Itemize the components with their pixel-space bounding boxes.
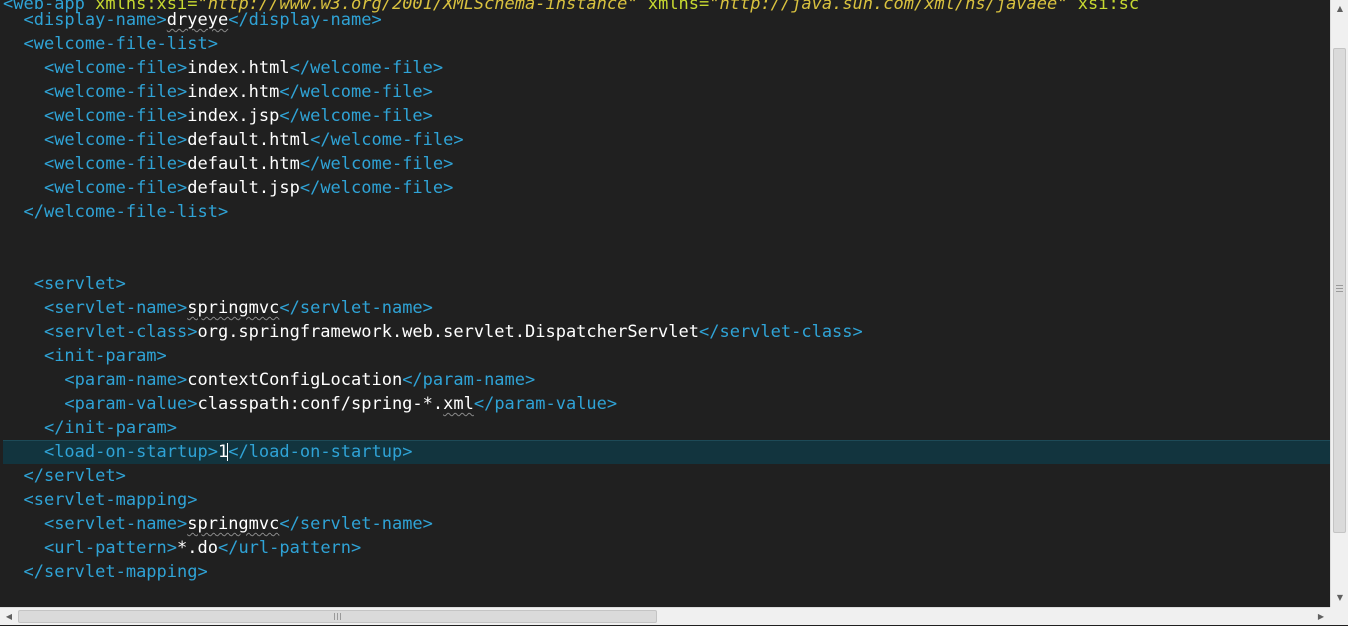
tag-open: <servlet-class> (43, 322, 198, 342)
code-line-servlet-mapping-close[interactable]: </servlet-mapping> (3, 560, 208, 584)
text-content: *.do (177, 538, 218, 558)
tag-close: </welcome-file> (279, 82, 433, 102)
vertical-scrollbar[interactable]: ▲ ▼ (1330, 0, 1348, 607)
text-content: dryeye (166, 10, 229, 30)
tag-close: </welcome-file> (289, 58, 444, 78)
tag-open: <welcome-file> (43, 130, 188, 150)
tag-open: <welcome-file> (43, 58, 188, 78)
tag-close: /load-on-startup> (238, 442, 413, 462)
code-line-servlet-name[interactable]: <servlet-name>springmvc</servlet-name> (3, 296, 433, 320)
tag-close-bracket: < (228, 442, 239, 462)
tag-close: </welcome-file> (310, 130, 464, 150)
code-line-welcome-file[interactable]: <welcome-file>index.jsp</welcome-file> (3, 104, 433, 128)
tag-open: <servlet-mapping> (23, 490, 198, 510)
code-line-init-param-close[interactable]: </init-param> (3, 416, 177, 440)
tag-close: </display-name> (228, 10, 382, 30)
tag-open: <init-param> (43, 346, 167, 366)
text-content: index.jsp (187, 106, 280, 126)
attr-xsi-schema: xsi:sc (1067, 0, 1140, 14)
horizontal-scrollbar[interactable]: ◀ ▶ (0, 607, 1330, 625)
code-line-welcome-file-list-open[interactable]: <welcome-file-list> (3, 32, 218, 56)
code-line-welcome-file[interactable]: <welcome-file>index.html</welcome-file> (3, 56, 443, 80)
code-line-servlet-close[interactable]: </servlet> (3, 464, 126, 488)
code-line-url-pattern[interactable]: <url-pattern>*.do</url-pattern> (3, 536, 361, 560)
tag-open: <servlet-name> (43, 514, 188, 534)
grip-icon (1336, 285, 1343, 293)
vertical-scroll-thumb[interactable] (1333, 48, 1346, 533)
text-content: springmvc (187, 514, 280, 534)
tag-open: <param-name> (64, 370, 188, 390)
tag-close: </welcome-file> (299, 178, 454, 198)
tag-close: </servlet> (23, 466, 126, 486)
text-content: classpath:conf/spring-*. (197, 394, 444, 414)
scrollbar-corner (1330, 607, 1348, 625)
code-line-welcome-file[interactable]: <welcome-file>default.html</welcome-file… (3, 128, 464, 152)
tag-close: </servlet-class> (699, 322, 863, 342)
text-content: springmvc (187, 298, 280, 318)
tag-close: </url-pattern> (217, 538, 362, 558)
code-line-init-param-open[interactable]: <init-param> (3, 344, 167, 368)
code-line-welcome-file-list-close[interactable]: </welcome-file-list> (3, 200, 228, 224)
text-content: default.jsp (187, 178, 300, 198)
scroll-left-arrow-icon[interactable]: ◀ (0, 608, 18, 626)
tag-open: <welcome-file> (43, 106, 188, 126)
tag-close: </welcome-file> (279, 106, 433, 126)
attr-value-xmlns: "http://java.sun.com/xml/ns/javaee" (709, 0, 1068, 14)
tag-close: </param-value> (473, 394, 618, 414)
code-line-load-on-startup[interactable]: <load-on-startup>1</load-on-startup> (3, 440, 413, 464)
text-content: org.springframework.web.servlet.Dispatch… (197, 322, 699, 342)
code-line-servlet-class[interactable]: <servlet-class>org.springframework.web.s… (3, 320, 863, 344)
text-content: default.html (187, 130, 311, 150)
code-line-servlet-mapping-open[interactable]: <servlet-mapping> (3, 488, 197, 512)
code-line-servlet-open[interactable]: <servlet> (3, 272, 126, 296)
tag-open: <load-on-startup> (43, 442, 218, 462)
tag-open: <welcome-file> (43, 154, 188, 174)
tag-close: </servlet-mapping> (23, 562, 208, 582)
tag-open: <display-name> (23, 10, 167, 30)
tag-close: </servlet-name> (279, 298, 433, 318)
horizontal-scroll-thumb[interactable] (18, 610, 657, 623)
text-content: contextConfigLocation (187, 370, 403, 390)
scroll-down-arrow-icon[interactable]: ▼ (1331, 589, 1348, 607)
code-editor[interactable]: <web-app xmlns:xsi="http://www.w3.org/20… (0, 0, 1330, 607)
text-content: default.htm (187, 154, 300, 174)
tag-open: <url-pattern> (43, 538, 178, 558)
tag-open: <welcome-file-list> (23, 34, 218, 54)
scroll-up-arrow-icon[interactable]: ▲ (1331, 0, 1348, 18)
code-line-welcome-file[interactable]: <welcome-file>default.htm</welcome-file> (3, 152, 453, 176)
code-line-display-name[interactable]: <display-name>dryeye</display-name> (3, 8, 382, 32)
text-content: index.html (187, 58, 290, 78)
tag-open: <servlet-name> (43, 298, 188, 318)
tag-close: </init-param> (43, 418, 178, 438)
code-line-welcome-file[interactable]: <welcome-file>index.htm</welcome-file> (3, 80, 433, 104)
text-content-ext: xml (443, 394, 474, 414)
attr-xmlns: xmlns= (637, 0, 710, 14)
grip-icon (334, 613, 342, 620)
tag-open: <servlet> (33, 274, 126, 294)
code-line-param-value[interactable]: <param-value>classpath:conf/spring-*.xml… (3, 392, 617, 416)
code-line-mapping-servlet-name[interactable]: <servlet-name>springmvc</servlet-name> (3, 512, 433, 536)
code-line-welcome-file[interactable]: <welcome-file>default.jsp</welcome-file> (3, 176, 453, 200)
text-content: index.htm (187, 82, 280, 102)
tag-close: </welcome-file> (299, 154, 454, 174)
tag-close: </servlet-name> (279, 514, 433, 534)
tag-open: <welcome-file> (43, 82, 188, 102)
tag-close: </param-name> (402, 370, 536, 390)
tag-open: <welcome-file> (43, 178, 188, 198)
code-line-param-name[interactable]: <param-name>contextConfigLocation</param… (3, 368, 535, 392)
scroll-right-arrow-icon[interactable]: ▶ (1312, 608, 1330, 626)
tag-close: </welcome-file-list> (23, 202, 229, 222)
tag-open: <param-value> (64, 394, 198, 414)
